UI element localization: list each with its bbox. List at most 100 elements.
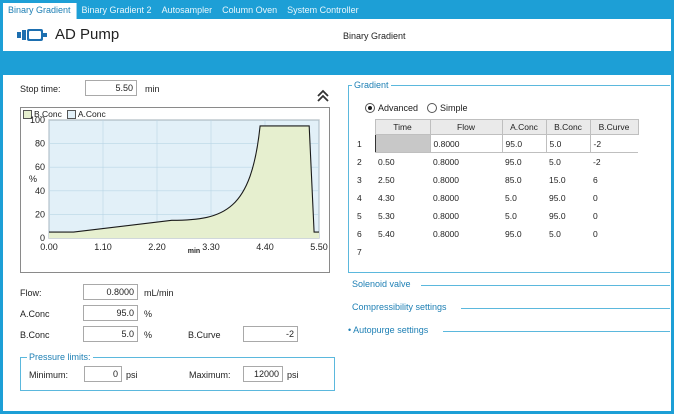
row-number: 2	[357, 156, 362, 167]
b-curve-input[interactable]	[243, 326, 298, 342]
tab-system-controller[interactable]: System Controller	[282, 3, 364, 19]
stop-time-input[interactable]	[85, 80, 137, 96]
a-conc-label: A.Conc	[20, 309, 50, 319]
table-row[interactable]: 1 0.8000 95.0 5.0 -2	[355, 134, 638, 153]
module-title: AD Pump	[55, 26, 120, 43]
table-row[interactable]: 7	[355, 243, 638, 261]
mode-advanced-radio[interactable]: Advanced	[365, 103, 418, 113]
table-cell-curve[interactable]: -2	[589, 134, 638, 153]
table-cell-time[interactable]	[374, 134, 430, 153]
table-row[interactable]: 2 0.50 0.8000 95.0 5.0 -2	[355, 153, 638, 171]
solenoid-valve-section[interactable]: Solenoid valve	[352, 279, 411, 289]
b-conc-input[interactable]	[83, 326, 138, 342]
autopurge-section[interactable]: • Autopurge settings	[348, 325, 428, 335]
table-row[interactable]: 6 5.40 0.8000 95.0 5.0 0	[355, 225, 638, 243]
a-conc-input[interactable]	[83, 305, 138, 321]
x-tick-label: 4.40	[256, 242, 274, 252]
mode-simple-radio[interactable]: Simple	[427, 103, 468, 113]
a-conc-unit: %	[144, 309, 153, 319]
compressibility-section[interactable]: Compressibility settings	[352, 302, 447, 312]
gradient-table-header: Time Flow A.Conc B.Conc B.Curve	[355, 119, 639, 135]
pressure-min-unit: psi	[126, 370, 138, 380]
table-cell-curve[interactable]: 0	[590, 189, 638, 207]
table-cell-a[interactable]: 95.0	[502, 225, 546, 243]
table-cell-b[interactable]	[546, 243, 590, 261]
table-cell-b[interactable]: 5.0	[546, 225, 590, 243]
module-header: AD Pump Binary Gradient	[3, 19, 671, 51]
row-number: 7	[357, 246, 362, 257]
table-cell-a[interactable]	[502, 243, 546, 261]
table-cell-b[interactable]: 95.0	[546, 207, 590, 225]
x-tick-label: 2.20	[148, 242, 166, 252]
table-cell-time[interactable]: 5.30	[375, 207, 430, 225]
pump-icon	[17, 29, 47, 41]
row-number: 6	[357, 228, 362, 239]
x-tick-label: 0.00	[40, 242, 58, 252]
table-cell-b[interactable]: 5.0	[545, 134, 590, 153]
col-header-flow: Flow	[429, 119, 503, 135]
table-cell-a[interactable]: 95.0	[501, 134, 546, 153]
table-cell-time[interactable]: 4.30	[375, 189, 430, 207]
table-row[interactable]: 5 5.30 0.8000 5.0 95.0 0	[355, 207, 638, 225]
table-cell-flow[interactable]: 0.8000	[430, 153, 502, 171]
flow-unit: mL/min	[144, 288, 174, 298]
table-cell-flow[interactable]: 0.8000	[430, 207, 502, 225]
table-cell-a[interactable]: 5.0	[502, 207, 546, 225]
table-cell-curve[interactable]	[590, 243, 638, 261]
table-cell-b[interactable]: 95.0	[546, 189, 590, 207]
b-conc-unit: %	[144, 330, 153, 340]
radio-dot-advanced	[365, 103, 375, 113]
table-cell-time[interactable]: 5.40	[375, 225, 430, 243]
gradient-title: Gradient	[352, 80, 391, 90]
tab-binary-gradient-2[interactable]: Binary Gradient 2	[77, 3, 157, 19]
y-tick-label: 40	[35, 186, 45, 196]
table-cell-curve[interactable]: -2	[590, 153, 638, 171]
table-cell-time[interactable]: 2.50	[375, 171, 430, 189]
col-header-time: Time	[374, 119, 431, 135]
col-header-b-conc: B.Conc	[545, 119, 591, 135]
table-cell-time[interactable]: 0.50	[375, 153, 430, 171]
y-tick-label: 20	[35, 209, 45, 219]
tab-autosampler[interactable]: Autosampler	[157, 3, 218, 19]
app-window: Binary Gradient Binary Gradient 2 Autosa…	[0, 0, 674, 414]
pressure-min-label: Minimum:	[29, 370, 69, 380]
table-cell-b[interactable]: 5.0	[546, 153, 590, 171]
autopurge-divider	[443, 331, 670, 332]
tab-bar: Binary Gradient Binary Gradient 2 Autosa…	[3, 3, 671, 19]
gradient-chart: B.Conc A.Conc 0 20 40 60 80 100 0.00 1.10 2.20 3.…	[20, 107, 330, 273]
x-axis-label: min	[188, 248, 200, 255]
stop-time-unit: min	[145, 84, 160, 94]
chart-svg: 0204060801000.00 1.10 2.20 3.30 4.40 5.50%min	[29, 115, 328, 255]
table-cell-flow[interactable]	[430, 243, 502, 261]
table-row[interactable]: 4 4.30 0.8000 5.0 95.0 0	[355, 189, 638, 207]
y-tick-label: 80	[35, 139, 45, 149]
table-cell-curve[interactable]: 6	[590, 171, 638, 189]
table-cell-flow[interactable]: 0.8000	[429, 134, 502, 153]
table-cell-curve[interactable]: 0	[590, 207, 638, 225]
tab-binary-gradient[interactable]: Binary Gradient	[3, 3, 77, 19]
col-header-b-curve: B.Curve	[589, 119, 639, 135]
pressure-limits-title: Pressure limits:	[27, 352, 93, 362]
flow-input[interactable]	[83, 284, 138, 300]
table-cell-a[interactable]: 85.0	[502, 171, 546, 189]
table-cell-a[interactable]: 95.0	[502, 153, 546, 171]
table-cell-a[interactable]: 5.0	[502, 189, 546, 207]
table-cell-curve[interactable]: 0	[590, 225, 638, 243]
solenoid-divider	[421, 285, 670, 286]
x-tick-label: 1.10	[94, 242, 112, 252]
table-cell-time[interactable]	[375, 243, 430, 261]
x-tick-label: 3.30	[202, 242, 220, 252]
table-cell-b[interactable]: 15.0	[546, 171, 590, 189]
tab-column-oven[interactable]: Column Oven	[217, 3, 282, 19]
collapse-chevrons-icon[interactable]	[317, 89, 329, 103]
table-cell-flow[interactable]: 0.8000	[430, 189, 502, 207]
row-number-header	[355, 119, 375, 135]
radio-dot-simple	[427, 103, 437, 113]
table-row[interactable]: 3 2.50 0.8000 85.0 15.0 6	[355, 171, 638, 189]
flow-label: Flow:	[20, 288, 42, 298]
table-cell-flow[interactable]: 0.8000	[430, 225, 502, 243]
pressure-min-input[interactable]	[84, 366, 122, 382]
x-tick-label: 5.50	[310, 242, 328, 252]
table-cell-flow[interactable]: 0.8000	[430, 171, 502, 189]
pressure-max-input[interactable]	[243, 366, 283, 382]
